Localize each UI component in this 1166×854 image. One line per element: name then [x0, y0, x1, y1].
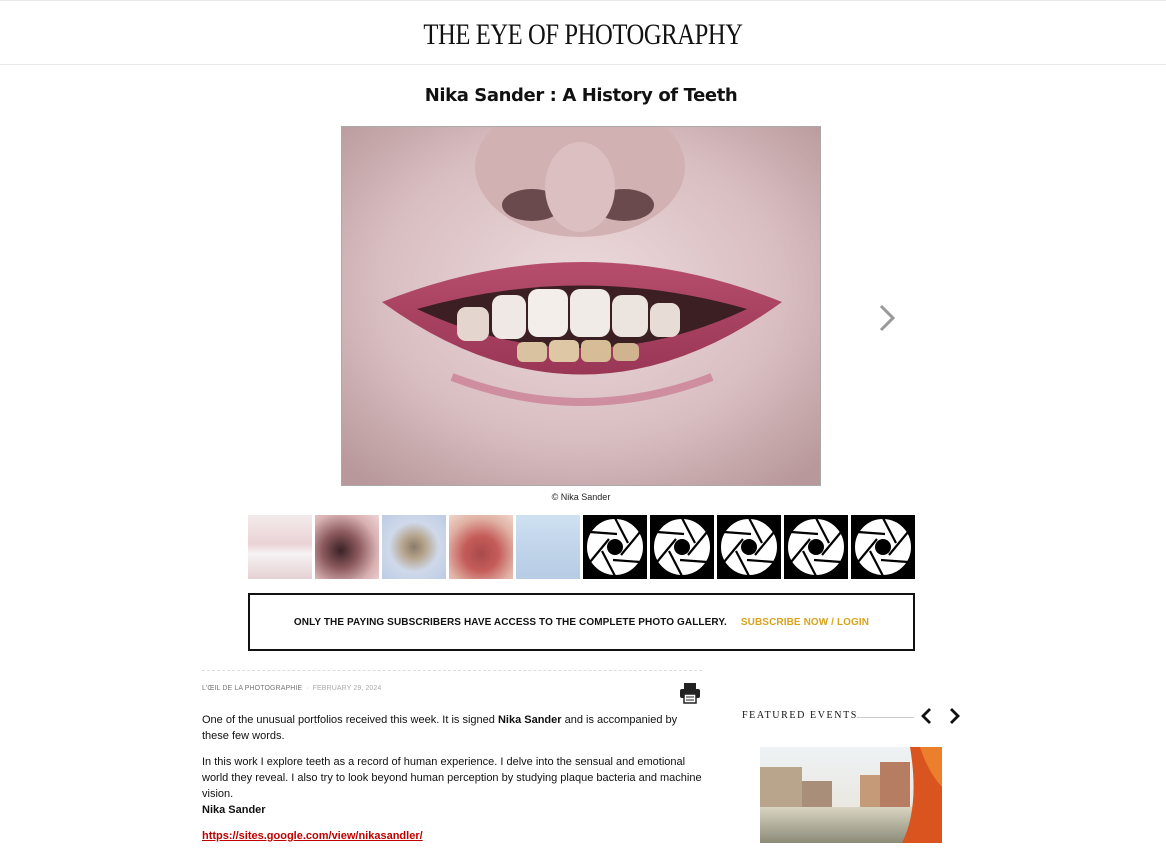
featured-divider	[857, 717, 914, 718]
thumbnail-tooth-on-finger[interactable]	[516, 515, 580, 579]
article-meta: L'ŒIL DE LA PHOTOGRAPHIE · FEBRUARY 29, 20…	[202, 685, 382, 692]
thumbnail-smile[interactable]	[248, 515, 312, 579]
subscribe-login-link[interactable]: SUBSCRIBE NOW / LOGIN	[741, 617, 869, 628]
paywall-banner: ONLY THE PAYING SUBSCRIBERS HAVE ACCESS …	[248, 593, 915, 651]
thumbnail-locked[interactable]	[784, 515, 848, 579]
aperture-icon	[853, 517, 913, 577]
aperture-icon	[786, 517, 846, 577]
aperture-icon	[719, 517, 779, 577]
site-header: THE EYE OF PHOTOGRAPHY	[0, 0, 1166, 65]
aperture-icon	[585, 517, 645, 577]
featured-prev-button[interactable]	[919, 707, 935, 725]
photographer-website-link[interactable]: https://sites.google.com/view/nikasandle…	[202, 830, 423, 842]
photographer-name: Nika Sander	[497, 714, 562, 726]
main-photo[interactable]	[341, 126, 821, 486]
thumbnail-locked[interactable]	[650, 515, 714, 579]
thumbnail-locked[interactable]	[583, 515, 647, 579]
thumbnail-mouth-interior[interactable]	[449, 515, 513, 579]
thumbnail-mouth-open[interactable]	[315, 515, 379, 579]
photo-credit: © Nika Sander	[551, 492, 611, 502]
thumbnail-tooth-fragment[interactable]	[382, 515, 446, 579]
aperture-icon	[652, 517, 712, 577]
site-logo[interactable]: THE EYE OF PHOTOGRAPHY	[105, 18, 1061, 52]
gallery-next-button[interactable]	[873, 302, 901, 334]
article-category[interactable]: L'ŒIL DE LA PHOTOGRAPHIE	[202, 685, 302, 692]
printer-icon[interactable]	[679, 682, 701, 704]
article-date: FEBRUARY 29, 2024	[312, 685, 382, 692]
article-body: One of the unusual portfolios received t…	[202, 712, 704, 854]
featured-next-button[interactable]	[946, 707, 962, 725]
paywall-message: ONLY THE PAYING SUBSCRIBERS HAVE ACCESS …	[293, 616, 727, 628]
content-divider	[202, 670, 702, 671]
featured-event-image[interactable]	[760, 747, 942, 843]
quote-paragraph: In this work I explore teeth as a record…	[202, 756, 702, 816]
article-title: Nika Sander : A History of Teeth	[424, 85, 738, 106]
quote-author: Nika Sander	[202, 804, 266, 816]
thumbnail-locked[interactable]	[717, 515, 781, 579]
featured-events-heading: FEATURED EVENTS	[742, 710, 858, 721]
intro-paragraph: One of the unusual portfolios received t…	[202, 714, 678, 742]
thumbnail-locked[interactable]	[851, 515, 915, 579]
